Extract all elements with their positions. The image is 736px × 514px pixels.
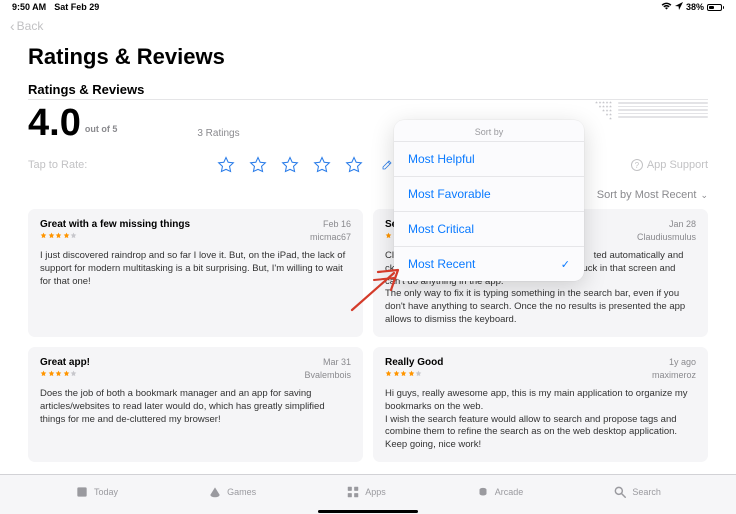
section-title: Ratings & Reviews [28, 82, 144, 97]
today-icon [75, 485, 89, 499]
page-title: Ratings & Reviews [28, 44, 708, 70]
question-icon: ? [631, 159, 643, 171]
review-card[interactable]: Really Good 1y ago maximeroz Hi guys, re… [373, 347, 708, 462]
review-title: Great with a few missing things [40, 219, 190, 230]
reviews-grid: Great with a few missing things Feb 16 m… [28, 209, 708, 462]
popup-item-most-favorable[interactable]: Most Favorable [394, 176, 584, 211]
popup-item-most-recent[interactable]: Most Recent✓ [394, 246, 584, 281]
ratings-bars [595, 101, 708, 120]
tab-today[interactable]: Today [75, 485, 118, 499]
sort-button[interactable]: Sort by Most Recent ⌄ [28, 184, 708, 209]
tab-arcade[interactable]: Arcade [476, 485, 524, 499]
chevron-down-icon: ⌄ [700, 190, 708, 201]
review-body: Hi guys, really awesome app, this is my … [385, 388, 696, 452]
rate-row: Tap to Rate: Write a Review ? App Suppor… [28, 156, 708, 184]
arcade-icon [476, 485, 490, 499]
review-stars [40, 232, 77, 242]
status-date: Sat Feb 29 [54, 2, 99, 12]
review-stars [385, 370, 422, 380]
review-author: micmac67 [310, 232, 351, 242]
popup-item-most-helpful[interactable]: Most Helpful [394, 141, 584, 176]
review-date: 1y ago [669, 357, 696, 367]
review-title: Great app! [40, 357, 90, 368]
review-stars [40, 370, 77, 380]
rate-star-2[interactable] [249, 156, 267, 174]
review-author: maximeroz [652, 370, 696, 380]
tab-games[interactable]: Games [208, 485, 256, 499]
popup-title: Sort by [394, 120, 584, 141]
review-date: Mar 31 [323, 357, 351, 367]
rating-value: 4.0 [28, 104, 81, 142]
apps-icon [346, 485, 360, 499]
nav-bar: ‹ Back [0, 14, 736, 38]
review-title: Really Good [385, 357, 443, 368]
rating-out-of: out of 5 [85, 124, 118, 134]
rate-stars[interactable] [217, 156, 363, 174]
tab-apps[interactable]: Apps [346, 485, 386, 499]
review-date: Jan 28 [669, 219, 696, 229]
status-time: 9:50 AM [12, 2, 46, 12]
rate-star-4[interactable] [313, 156, 331, 174]
review-card[interactable]: Great with a few missing things Feb 16 m… [28, 209, 363, 337]
back-button[interactable]: ‹ Back [10, 19, 43, 33]
review-card[interactable]: Great app! Mar 31 Bvalembois Does the jo… [28, 347, 363, 462]
games-icon [208, 485, 222, 499]
back-label: Back [17, 19, 44, 33]
sort-popup: Sort by Most Helpful Most Favorable Most… [394, 120, 584, 281]
battery-percent: 38% [686, 2, 704, 12]
review-body: I just discovered raindrop and so far I … [40, 250, 351, 288]
tap-to-rate-label: Tap to Rate: [28, 159, 87, 171]
review-body: Does the job of both a bookmark manager … [40, 388, 351, 426]
review-author: Claudiusmulus [637, 232, 696, 242]
battery-icon [707, 4, 724, 11]
ratings-count: 3 Ratings [197, 128, 239, 139]
home-indicator[interactable] [318, 510, 418, 513]
app-support-label: App Support [647, 159, 708, 171]
rate-star-5[interactable] [345, 156, 363, 174]
location-icon [675, 2, 683, 12]
tab-bar: Today Games Apps Arcade Search [0, 474, 736, 514]
wifi-icon [661, 2, 672, 12]
app-support-button[interactable]: ? App Support [631, 159, 708, 171]
rate-star-3[interactable] [281, 156, 299, 174]
section-header: Ratings & Reviews [28, 82, 708, 100]
compose-icon [381, 159, 393, 171]
status-bar: 9:50 AM Sat Feb 29 38% [0, 0, 736, 14]
tab-search[interactable]: Search [613, 485, 661, 499]
sort-label: Sort by Most Recent [597, 189, 697, 201]
search-icon [613, 485, 627, 499]
popup-item-most-critical[interactable]: Most Critical [394, 211, 584, 246]
check-icon: ✓ [561, 258, 570, 271]
chevron-left-icon: ‹ [10, 19, 15, 33]
rating-summary: 4.0 out of 5 3 Ratings [28, 104, 708, 142]
review-date: Feb 16 [323, 219, 351, 229]
review-author: Bvalembois [304, 370, 351, 380]
rate-star-1[interactable] [217, 156, 235, 174]
